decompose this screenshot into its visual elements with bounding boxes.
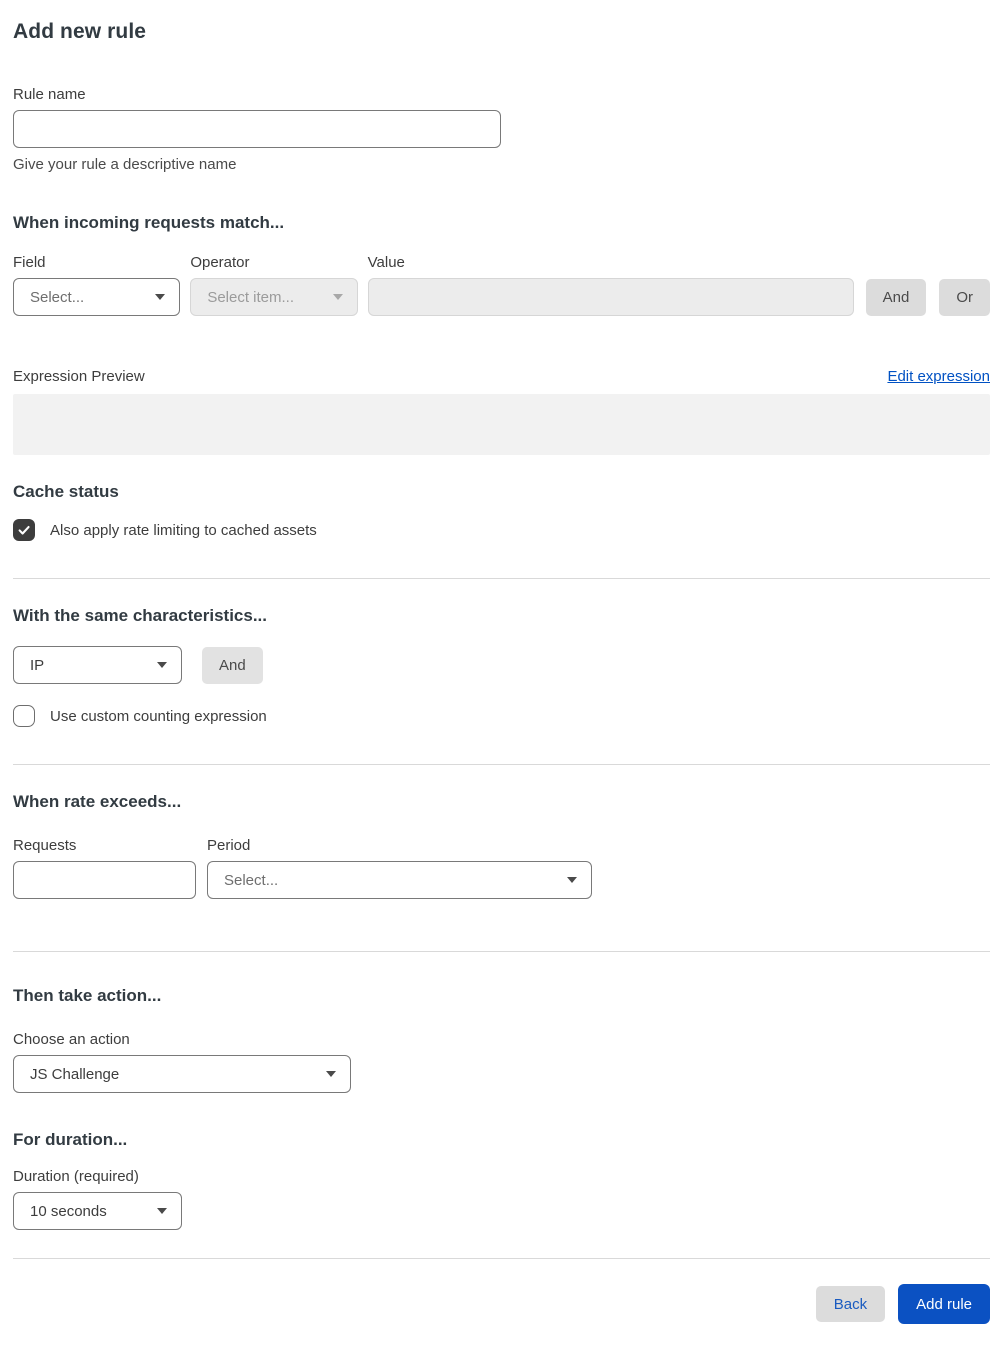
expression-preview-label: Expression Preview	[13, 368, 145, 385]
rule-name-group: Rule name Give your rule a descriptive n…	[13, 86, 990, 173]
rule-name-label: Rule name	[13, 86, 86, 103]
custom-counting-checkbox[interactable]	[13, 705, 35, 727]
match-builder-row: Field Select... Operator Select item... …	[13, 254, 990, 316]
characteristics-heading: With the same characteristics...	[13, 606, 268, 625]
duration-label: Duration (required)	[13, 1168, 139, 1185]
chevron-down-icon	[567, 877, 577, 883]
field-label: Field	[13, 254, 46, 271]
duration-select-value: 10 seconds	[30, 1202, 107, 1220]
back-button[interactable]: Back	[815, 1286, 886, 1322]
duration-heading: For duration...	[13, 1130, 128, 1149]
cache-status-heading: Cache status	[13, 482, 119, 501]
rate-row: Requests Period Select...	[13, 837, 990, 899]
custom-counting-checkbox-label: Use custom counting expression	[50, 707, 267, 725]
characteristics-row: IP And	[13, 646, 990, 684]
action-select-value: JS Challenge	[30, 1065, 120, 1083]
section-divider	[13, 951, 990, 952]
footer-divider	[13, 1258, 990, 1259]
expression-preview-box	[13, 394, 990, 455]
chevron-down-icon	[326, 1071, 336, 1077]
value-input[interactable]	[367, 278, 854, 316]
chevron-down-icon	[155, 294, 166, 300]
or-button[interactable]: Or	[939, 279, 990, 316]
expression-preview-header: Expression Preview Edit expression	[13, 368, 990, 385]
cached-assets-checkbox[interactable]	[13, 519, 35, 541]
custom-counting-checkbox-row: Use custom counting expression	[13, 705, 990, 727]
requests-label: Requests	[13, 837, 77, 854]
section-divider	[13, 764, 990, 765]
period-label: Period	[207, 837, 251, 854]
action-group: Choose an action JS Challenge	[13, 1031, 990, 1093]
page-title: Add new rule	[13, 20, 147, 43]
characteristic-select[interactable]: IP	[13, 646, 182, 684]
operator-select[interactable]: Select item...	[190, 278, 358, 316]
section-divider	[13, 578, 990, 579]
duration-group: Duration (required) 10 seconds	[13, 1168, 990, 1230]
rate-heading: When rate exceeds...	[13, 792, 182, 811]
field-select[interactable]: Select...	[13, 278, 181, 316]
footer-actions: Back Add rule	[13, 1284, 990, 1324]
check-icon	[18, 525, 30, 535]
operator-label: Operator	[190, 254, 250, 271]
chevron-down-icon	[157, 1208, 167, 1214]
requests-input[interactable]	[13, 861, 196, 899]
match-section-heading: When incoming requests match...	[13, 213, 285, 232]
add-rule-button[interactable]: Add rule	[898, 1284, 990, 1324]
rule-name-help: Give your rule a descriptive name	[13, 156, 237, 173]
edit-expression-link[interactable]: Edit expression	[887, 368, 990, 385]
cache-status-checkbox-row: Also apply rate limiting to cached asset…	[13, 519, 990, 541]
action-label: Choose an action	[13, 1031, 130, 1048]
action-select[interactable]: JS Challenge	[13, 1055, 351, 1093]
rule-name-input[interactable]	[13, 110, 501, 148]
value-label: Value	[367, 254, 405, 271]
operator-select-value: Select item...	[207, 288, 295, 306]
characteristic-select-value: IP	[30, 656, 45, 674]
duration-select[interactable]: 10 seconds	[13, 1192, 182, 1230]
cached-assets-checkbox-label: Also apply rate limiting to cached asset…	[50, 521, 317, 539]
action-heading: Then take action...	[13, 986, 162, 1005]
field-select-value: Select...	[30, 288, 85, 306]
characteristics-and-button[interactable]: And	[202, 646, 263, 684]
period-select-value: Select...	[224, 871, 279, 889]
and-button[interactable]: And	[865, 279, 927, 316]
chevron-down-icon	[157, 662, 167, 668]
period-select[interactable]: Select...	[207, 861, 592, 899]
chevron-down-icon	[332, 294, 343, 300]
